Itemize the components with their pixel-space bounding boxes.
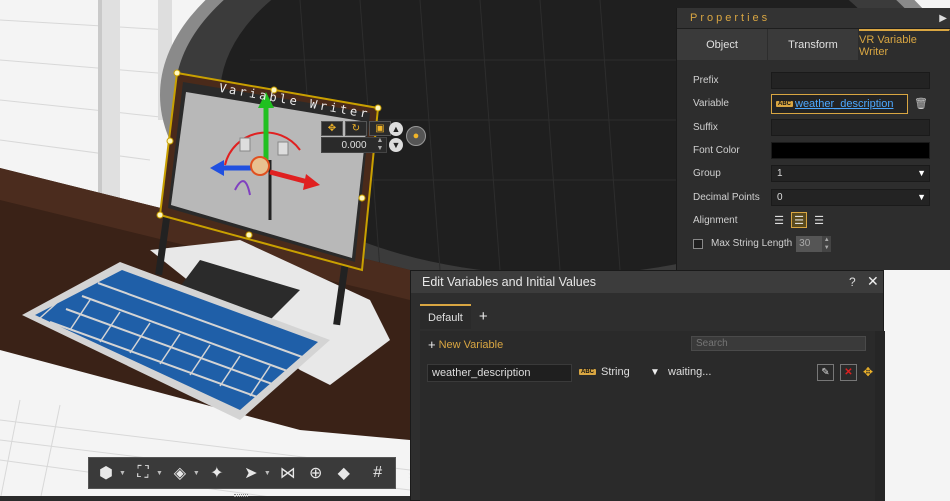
viewport-toolbar: ⬢▼ ⛶▼ ◈▼ ✦ ➤▼ ⋈ ⊕ ◆ # ⤓ <box>88 457 415 489</box>
align-center-icon[interactable]: ☰ <box>791 212 807 229</box>
alignment-buttons: ☰ ☰ ☰ <box>771 212 827 229</box>
arrow-down-icon[interactable]: ▼ <box>389 138 403 152</box>
tab-vr-variable-writer[interactable]: VR Variable Writer <box>859 29 950 60</box>
group-row: Group 1 ▼ <box>693 162 950 185</box>
dialog-scrollbar[interactable] <box>875 331 885 501</box>
variable-row: weather_description ABC String ▼ waiting… <box>420 364 875 386</box>
trash-icon[interactable]: 🗑 <box>914 97 928 110</box>
chevron-down-icon: ▼ <box>917 191 926 202</box>
view-cube-icon[interactable]: ⬢ <box>93 460 119 486</box>
select-cursor-icon[interactable]: ➤ <box>238 460 264 486</box>
move-gizmo-icon[interactable]: ✥ <box>321 121 343 136</box>
chevron-down-icon[interactable]: ▼ <box>264 470 271 477</box>
rotate-gizmo-icon[interactable]: ↻ <box>345 121 367 136</box>
decimal-points-label: Decimal Points <box>693 191 760 203</box>
decimal-points-row: Decimal Points 0 ▼ <box>693 185 950 208</box>
font-color-swatch[interactable] <box>771 142 930 160</box>
properties-panel: Properties ▶ Object Transform VR Variabl… <box>676 8 950 270</box>
variables-list: + New Variable weather_description ABC S… <box>420 331 875 501</box>
gizmo-toolbar: ✥ ↻ ▣ <box>321 121 391 136</box>
scale-gizmo-icon[interactable]: ▣ <box>369 121 391 136</box>
collapse-arrow-icon[interactable]: ▶ <box>939 13 947 24</box>
shading-icon[interactable]: ◈ <box>167 460 193 486</box>
max-string-length-checkbox[interactable] <box>693 238 703 249</box>
alignment-row: Alignment ☰ ☰ ☰ <box>693 209 950 232</box>
properties-title: Properties <box>677 8 950 29</box>
variable-link[interactable]: weather_description <box>795 98 893 110</box>
edit-variable-button[interactable]: ✎ <box>817 364 834 381</box>
dialog-title: Edit Variables and Initial Values <box>411 271 883 293</box>
group-label: Group <box>693 168 721 180</box>
tab-object[interactable]: Object <box>677 29 768 60</box>
max-string-length-label: Max String Length <box>711 238 793 250</box>
tab-transform[interactable]: Transform <box>768 29 859 60</box>
resize-grip-icon[interactable] <box>234 494 248 497</box>
grid-icon[interactable]: # <box>365 460 391 486</box>
edit-variables-dialog: Edit Variables and Initial Values ? ✕ De… <box>410 270 885 501</box>
chevron-down-icon: ▼ <box>917 168 926 179</box>
dialog-tabs: Default + <box>420 304 488 329</box>
properties-body: Prefix Variable ABC weather_description … <box>677 60 950 255</box>
viewport-status-bar <box>0 496 410 501</box>
new-variable-button[interactable]: + New Variable <box>428 337 503 352</box>
gizmo-arrows: ▲ ▼ <box>389 122 403 152</box>
max-string-length-row: Max String Length 30 ▲ ▼ <box>693 232 950 255</box>
variable-type[interactable]: ABC String <box>579 366 630 378</box>
frame-icon[interactable]: ⛶ <box>130 460 156 486</box>
chevron-down-icon[interactable]: ▼ <box>119 470 126 477</box>
tab-default[interactable]: Default <box>420 304 471 329</box>
group-value: 1 <box>777 168 783 180</box>
string-type-icon: ABC <box>776 100 793 107</box>
suffix-row: Suffix <box>693 116 950 139</box>
max-string-length-input[interactable]: 30 <box>796 235 823 252</box>
variable-type-label: String <box>601 366 630 378</box>
font-color-label: Font Color <box>693 145 740 157</box>
properties-tabs: Object Transform VR Variable Writer <box>677 29 950 60</box>
help-icon[interactable]: ? <box>849 275 856 289</box>
variable-field[interactable]: ABC weather_description <box>771 93 908 114</box>
gizmo-lock-icon[interactable]: ● <box>406 126 426 146</box>
prefix-label: Prefix <box>693 75 719 87</box>
delete-variable-button[interactable]: ✕ <box>840 364 857 381</box>
chevron-down-icon[interactable]: ▼ <box>650 367 660 378</box>
variable-name-input[interactable]: weather_description <box>427 364 572 382</box>
search-input[interactable] <box>691 336 866 351</box>
decimal-points-value: 0 <box>777 191 783 203</box>
grid-plane-icon[interactable]: ◆ <box>331 460 357 486</box>
align-right-icon[interactable]: ☰ <box>811 212 827 228</box>
prefix-row: Prefix <box>693 69 950 92</box>
variable-label: Variable <box>693 98 729 110</box>
max-string-length-stepper[interactable]: ▲ ▼ <box>822 235 832 252</box>
suffix-input[interactable] <box>771 118 930 136</box>
snap-icon[interactable]: ⋈ <box>275 460 301 486</box>
add-tab-icon[interactable]: + <box>479 308 488 325</box>
zoom-search-icon[interactable]: ⊕ <box>303 460 329 486</box>
decimal-points-select[interactable]: 0 ▼ <box>771 188 930 206</box>
variable-row: Variable ABC weather_description 🗑 <box>693 92 950 115</box>
group-select[interactable]: 1 ▼ <box>771 165 930 183</box>
alignment-label: Alignment <box>693 214 738 226</box>
prefix-input[interactable] <box>771 72 930 90</box>
suffix-label: Suffix <box>693 121 718 133</box>
light-icon[interactable]: ✦ <box>204 460 230 486</box>
string-type-icon: ABC <box>579 369 596 375</box>
align-left-icon[interactable]: ☰ <box>771 212 787 228</box>
font-color-row: Font Color <box>693 139 950 162</box>
arrow-up-icon[interactable]: ▲ <box>389 122 403 136</box>
plus-icon: + <box>428 337 436 352</box>
gizmo-value-stepper[interactable]: ▲ ▼ <box>375 137 385 153</box>
variable-initial-value[interactable]: waiting... <box>668 366 711 378</box>
close-icon[interactable]: ✕ <box>867 273 879 290</box>
chevron-down-icon[interactable]: ▼ <box>193 470 200 477</box>
new-variable-label: New Variable <box>438 338 504 351</box>
chevron-down-icon[interactable]: ▼ <box>156 470 163 477</box>
move-icon[interactable]: ✥ <box>863 365 873 379</box>
